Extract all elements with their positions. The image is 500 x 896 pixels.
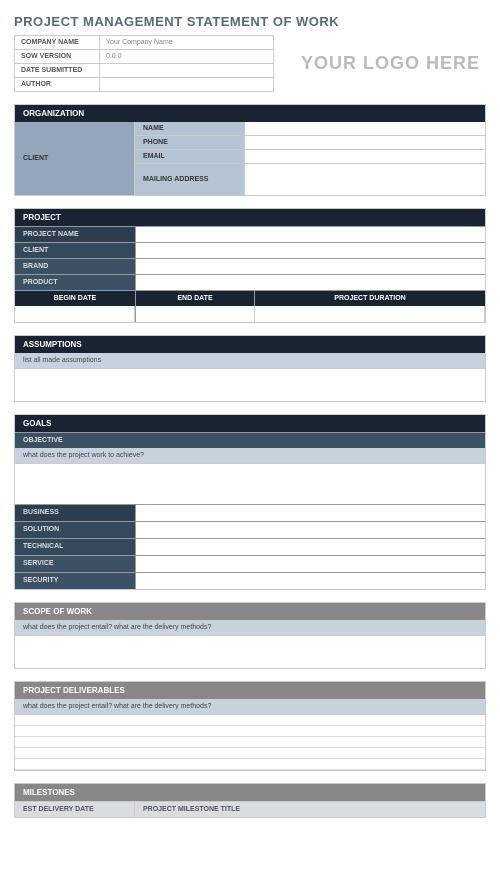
brand-input[interactable] <box>135 259 485 274</box>
project-client-input[interactable] <box>135 243 485 258</box>
company-name-value[interactable]: Your Company Name <box>100 36 274 50</box>
scope-input[interactable] <box>15 636 485 668</box>
name-label: NAME <box>135 122 245 135</box>
technical-label: TECHNICAL <box>15 539 135 555</box>
milestone-title-label: PROJECT MILESTONE TITLE <box>135 802 485 817</box>
deliverables-hint: what does the project entail? what are t… <box>15 699 485 715</box>
author-label: AUTHOR <box>15 78 100 92</box>
deliverables-input[interactable] <box>15 715 485 770</box>
sow-version-label: SOW VERSION <box>15 50 100 64</box>
solution-label: SOLUTION <box>15 522 135 538</box>
product-label: PRODUCT <box>15 275 135 290</box>
duration-label: PROJECT DURATION <box>255 291 485 306</box>
name-input[interactable] <box>245 122 485 135</box>
page-title: PROJECT MANAGEMENT STATEMENT OF WORK <box>14 14 486 29</box>
objective-label: OBJECTIVE <box>15 432 485 448</box>
organization-header: ORGANIZATION <box>15 105 485 122</box>
email-input[interactable] <box>245 150 485 163</box>
brand-label: BRAND <box>15 259 135 274</box>
solution-input[interactable] <box>135 522 485 538</box>
milestones-header: MILESTONES <box>15 784 485 801</box>
end-date-label: END DATE <box>135 291 255 306</box>
goals-header: GOALS <box>15 415 485 432</box>
mailing-input[interactable] <box>245 164 485 195</box>
scope-section: SCOPE OF WORK what does the project enta… <box>14 602 486 669</box>
service-label: SERVICE <box>15 556 135 572</box>
duration-input[interactable] <box>255 306 485 322</box>
objective-input[interactable] <box>15 464 485 504</box>
date-submitted-label: DATE SUBMITTED <box>15 64 100 78</box>
assumptions-hint: list all made assumptions <box>15 353 485 369</box>
est-date-label: EST DELIVERY DATE <box>15 802 135 817</box>
meta-table: COMPANY NAMEYour Company Name SOW VERSIO… <box>14 35 274 92</box>
business-input[interactable] <box>135 505 485 521</box>
goals-hint: what does the project work to achieve? <box>15 448 485 464</box>
phone-input[interactable] <box>245 136 485 149</box>
project-name-label: PROJECT NAME <box>15 227 135 242</box>
author-value[interactable] <box>100 78 274 92</box>
assumptions-section: ASSUMPTIONS list all made assumptions <box>14 335 486 402</box>
email-label: EMAIL <box>135 150 245 163</box>
client-label: CLIENT <box>15 122 135 195</box>
date-submitted-value[interactable] <box>100 64 274 78</box>
mailing-label: MAILING ADDRESS <box>135 164 245 195</box>
sow-template: PROJECT MANAGEMENT STATEMENT OF WORK COM… <box>0 0 500 832</box>
deliverables-header: PROJECT DELIVERABLES <box>15 682 485 699</box>
project-client-label: CLIENT <box>15 243 135 258</box>
sow-version-value[interactable]: 0.0.0 <box>100 50 274 64</box>
service-input[interactable] <box>135 556 485 572</box>
phone-label: PHONE <box>135 136 245 149</box>
scope-hint: what does the project entail? what are t… <box>15 620 485 636</box>
organization-section: ORGANIZATION CLIENT NAME PHONE EMAIL MAI… <box>14 104 486 196</box>
project-name-input[interactable] <box>135 227 485 242</box>
deliverables-section: PROJECT DELIVERABLES what does the proje… <box>14 681 486 771</box>
security-label: SECURITY <box>15 573 135 589</box>
business-label: BUSINESS <box>15 505 135 521</box>
project-section: PROJECT PROJECT NAME CLIENT BRAND PRODUC… <box>14 208 486 323</box>
begin-date-label: BEGIN DATE <box>15 291 135 306</box>
product-input[interactable] <box>135 275 485 290</box>
security-input[interactable] <box>135 573 485 589</box>
scope-header: SCOPE OF WORK <box>15 603 485 620</box>
goals-section: GOALS OBJECTIVE what does the project wo… <box>14 414 486 590</box>
header-row: COMPANY NAMEYour Company Name SOW VERSIO… <box>14 35 486 92</box>
assumptions-header: ASSUMPTIONS <box>15 336 485 353</box>
logo-placeholder[interactable]: YOUR LOGO HERE <box>274 35 486 74</box>
end-date-input[interactable] <box>135 306 255 322</box>
project-header: PROJECT <box>15 209 485 226</box>
technical-input[interactable] <box>135 539 485 555</box>
company-name-label: COMPANY NAME <box>15 36 100 50</box>
assumptions-input[interactable] <box>15 369 485 401</box>
milestones-section: MILESTONES EST DELIVERY DATE PROJECT MIL… <box>14 783 486 818</box>
begin-date-input[interactable] <box>15 306 135 322</box>
